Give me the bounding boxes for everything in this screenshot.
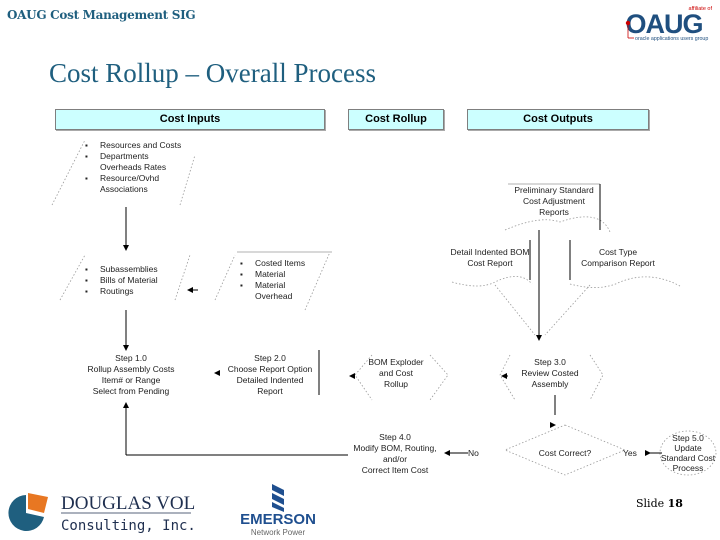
cost-type-line: Comparison Report <box>581 258 655 268</box>
costed-item: Material <box>240 269 320 280</box>
cost-type-report[interactable]: Cost Type Comparison Report <box>575 247 661 269</box>
douglas-volz-logo: DOUGLAS VOLZ Consulting, Inc. <box>8 493 196 534</box>
costed-parallelogram-left <box>214 254 236 301</box>
step1-line: Item# or Range <box>101 375 161 385</box>
step5-line: Process <box>672 463 704 473</box>
step1-box[interactable]: Step 1.0 Rollup Assembly Costs Item# or … <box>76 353 186 397</box>
emerson-sub: Network Power <box>251 528 306 537</box>
step1-line: Rollup Assembly Costs <box>87 364 175 374</box>
slide-prefix: Slide <box>636 497 665 510</box>
step5-title: Step 5.0 <box>672 433 704 443</box>
costed-item: Costed Items <box>240 258 320 269</box>
resources-item: Resource/Ovhd Associations <box>85 173 185 195</box>
step4-title: Step 4.0 <box>379 432 411 442</box>
step2-box[interactable]: Step 2.0 Choose Report Option Detailed I… <box>222 353 318 397</box>
step5-box[interactable]: Step 5.0 Update Standard Cost Process <box>656 433 720 473</box>
emerson-logo: EMERSON Network Power <box>240 484 316 537</box>
step3-title: Step 3.0 <box>534 357 566 367</box>
detail-bom-report[interactable]: Detail Indented BOM Cost Report <box>444 247 536 269</box>
bom-exploder-box[interactable]: BOM Exploder and Cost Rollup <box>360 357 432 390</box>
emerson-mark-icon <box>272 484 284 512</box>
structures-item: Bills of Material <box>85 275 185 286</box>
costed-input: Costed Items Material Material Overhead <box>240 258 320 302</box>
bom-exploder-line: BOM Exploder <box>368 357 424 367</box>
dv-line1: DOUGLAS VOLZ <box>61 493 196 514</box>
preliminary-line: Reports <box>539 207 569 217</box>
structures-input: Subassemblies Bills of Material Routings <box>85 264 185 297</box>
step2-line: Choose Report Option <box>227 364 313 374</box>
resources-item: Departments Overheads Rates <box>85 151 185 173</box>
cost-type-line: Cost Type <box>598 247 638 257</box>
step1-title: Step 1.0 <box>115 353 147 363</box>
detail-bom-line: Detail Indented BOM <box>450 247 530 257</box>
structures-item: Routings <box>85 286 185 297</box>
dv-line2: Consulting, Inc. <box>61 518 196 534</box>
preliminary-line: Cost Adjustment <box>523 196 585 206</box>
step2-title: Step 2.0 <box>254 353 286 363</box>
slide-number-value: 18 <box>667 497 683 510</box>
step2-line: Detailed Indented <box>236 375 304 385</box>
step3-line: Review Costed <box>521 368 579 378</box>
step2-line: Report <box>257 386 283 396</box>
step5-line: Standard Cost <box>660 453 716 463</box>
yes-label: Yes <box>623 448 637 458</box>
resources-input: Resources and Costs Departments Overhead… <box>85 140 185 195</box>
structures-parallelogram-left <box>59 254 86 301</box>
step5-line: Update <box>674 443 702 453</box>
detail-bom-line: Cost Report <box>467 258 513 268</box>
no-label: No <box>468 448 479 458</box>
preliminary-reports[interactable]: Preliminary Standard Cost Adjustment Rep… <box>505 185 603 218</box>
step3-line: Assembly <box>531 379 569 389</box>
step1-line: Select from Pending <box>92 386 170 396</box>
resources-item: Resources and Costs <box>85 140 185 151</box>
step4-box[interactable]: Step 4.0 Modify BOM, Routing, and/or Cor… <box>345 432 445 476</box>
bom-exploder-line: and Cost <box>378 368 414 378</box>
emerson-wordmark: EMERSON <box>240 511 316 528</box>
costed-item: Material Overhead <box>240 280 320 302</box>
resources-parallelogram-left <box>51 139 86 206</box>
slide-number: Slide 18 <box>636 497 683 510</box>
decision-label[interactable]: Cost Correct? <box>515 448 615 459</box>
step4-line: Correct Item Cost <box>361 465 429 475</box>
bom-exploder-line: Rollup <box>383 379 409 389</box>
step4-line: and/or <box>382 454 408 464</box>
structures-item: Subassemblies <box>85 264 185 275</box>
preliminary-line: Preliminary Standard <box>514 185 594 195</box>
step3-box[interactable]: Step 3.0 Review Costed Assembly <box>510 357 590 390</box>
step4-line: Modify BOM, Routing, <box>353 443 437 453</box>
